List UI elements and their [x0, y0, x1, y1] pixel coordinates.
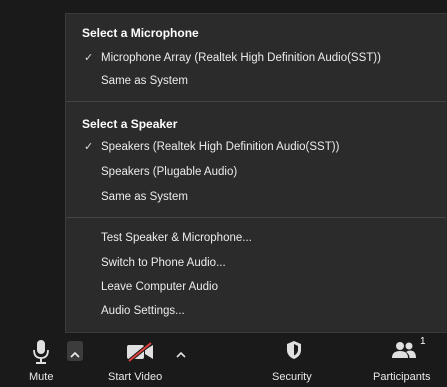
- menu-item-leave-computer-audio[interactable]: Leave Computer Audio: [66, 276, 446, 298]
- menu-item-label: Microphone Array (Realtek High Definitio…: [101, 52, 381, 64]
- menu-item-switch-phone-audio[interactable]: Switch to Phone Audio...: [66, 252, 446, 274]
- audio-options-caret-button[interactable]: [67, 341, 83, 361]
- participants-icon: [391, 341, 417, 364]
- menu-item-label: Speakers (Realtek High Definition Audio(…: [101, 141, 340, 153]
- menu-item-mic-same-as-system[interactable]: Same as System: [66, 70, 446, 92]
- menu-item-microphone-array[interactable]: ✓ Microphone Array (Realtek High Definit…: [66, 47, 446, 69]
- chevron-up-icon: [70, 346, 80, 364]
- check-icon: ✓: [84, 52, 94, 64]
- participant-count-badge: 1: [420, 336, 426, 347]
- audio-options-menu: Select a Microphone ✓ Microphone Array (…: [65, 13, 447, 333]
- menu-item-speaker-same-as-system[interactable]: Same as System: [66, 186, 446, 208]
- participants-label: Participants: [373, 371, 431, 383]
- start-video-label: Start Video: [108, 371, 163, 383]
- menu-divider: [66, 217, 446, 218]
- speaker-heading: Select a Speaker: [82, 117, 178, 131]
- microphone-heading: Select a Microphone: [82, 26, 199, 40]
- menu-item-label: Same as System: [101, 75, 188, 87]
- mute-button[interactable]: Mute: [18, 333, 64, 387]
- menu-item-test-speaker-mic[interactable]: Test Speaker & Microphone...: [66, 227, 446, 249]
- menu-divider: [66, 101, 446, 102]
- participants-button[interactable]: 1 Participants: [370, 333, 447, 387]
- chevron-up-icon: [176, 346, 186, 364]
- meeting-toolbar: Mute Start Video Security 1 Participants: [0, 333, 447, 387]
- menu-item-label: Speakers (Plugable Audio): [101, 166, 238, 178]
- menu-item-audio-settings[interactable]: Audio Settings...: [66, 300, 446, 322]
- security-button[interactable]: Security: [268, 333, 328, 387]
- menu-item-label: Same as System: [101, 191, 188, 203]
- video-off-icon: [126, 341, 156, 367]
- microphone-icon: [32, 339, 50, 370]
- mute-label: Mute: [29, 371, 54, 383]
- menu-item-label: Leave Computer Audio: [101, 281, 218, 293]
- menu-item-label: Switch to Phone Audio...: [101, 257, 226, 269]
- start-video-button[interactable]: Start Video: [100, 333, 180, 387]
- menu-item-speakers-plugable[interactable]: Speakers (Plugable Audio): [66, 161, 446, 183]
- menu-item-speakers-realtek[interactable]: ✓ Speakers (Realtek High Definition Audi…: [66, 136, 446, 158]
- menu-item-label: Audio Settings...: [101, 305, 185, 317]
- menu-item-label: Test Speaker & Microphone...: [101, 232, 252, 244]
- security-label: Security: [272, 371, 312, 383]
- check-icon: ✓: [84, 141, 94, 153]
- shield-icon: [285, 340, 303, 365]
- video-options-caret-button[interactable]: [173, 341, 189, 361]
